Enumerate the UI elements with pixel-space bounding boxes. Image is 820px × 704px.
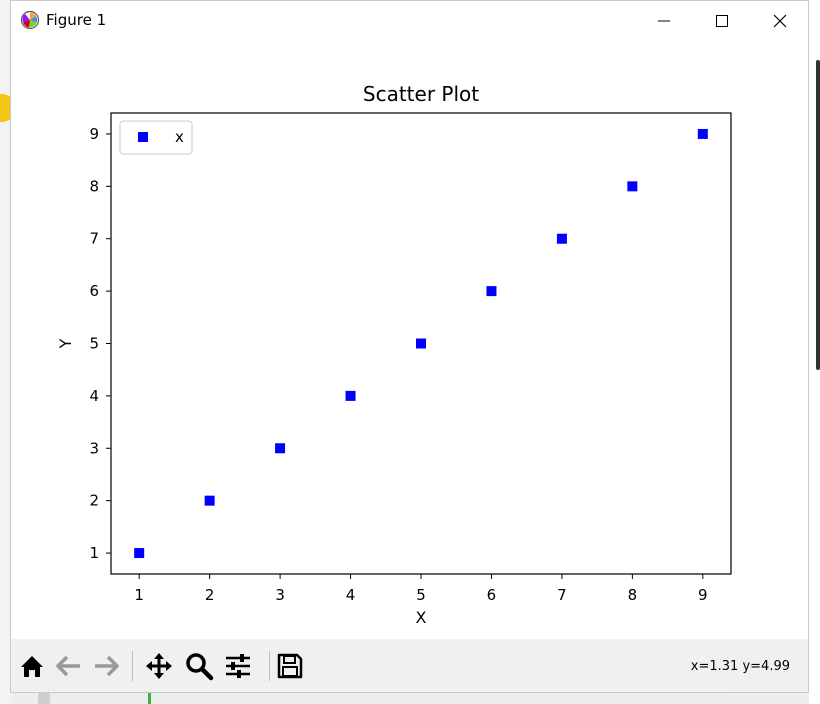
window-title: Figure 1 xyxy=(46,11,107,29)
data-point xyxy=(416,338,426,349)
y-tick-label: 5 xyxy=(89,335,99,353)
data-point xyxy=(486,286,497,297)
legend-marker xyxy=(138,132,148,142)
maximize-icon xyxy=(716,15,728,27)
x-tick-label: 8 xyxy=(628,586,638,604)
plot-canvas[interactable]: Scatter Plot 1 2 3 4 5 6 7 8 9 1 2 3 4 5 6 7 8 9 X Yx xyxy=(11,41,808,639)
data-point xyxy=(134,548,145,559)
navigation-toolbar: x=1.31 y=4.99 xyxy=(11,639,808,692)
minimize-icon xyxy=(658,20,670,22)
title-bar[interactable]: Figure 1 xyxy=(11,1,808,41)
zoom-icon xyxy=(186,653,214,681)
toolbar-separator xyxy=(132,651,133,681)
save-icon xyxy=(277,653,303,679)
home-icon xyxy=(21,656,43,677)
data-point xyxy=(345,390,356,401)
x-tick-label: 9 xyxy=(698,586,708,604)
x-tick-label: 2 xyxy=(205,586,215,604)
y-tick-label: 1 xyxy=(89,544,99,562)
data-point xyxy=(275,443,286,454)
y-tick-label: 8 xyxy=(89,177,99,195)
data-point xyxy=(556,233,567,244)
forward-button[interactable] xyxy=(88,648,124,684)
x-axis-label: X xyxy=(416,608,427,627)
x-tick-label: 5 xyxy=(416,586,426,604)
pan-button[interactable] xyxy=(141,648,177,684)
back-button[interactable] xyxy=(51,648,87,684)
y-tick-label: 7 xyxy=(89,230,99,248)
y-tick-label: 2 xyxy=(89,492,99,510)
close-icon xyxy=(773,14,787,28)
y-tick-label: 4 xyxy=(89,387,99,405)
pan-icon xyxy=(146,653,172,679)
close-button[interactable] xyxy=(751,1,809,41)
chart-title: Scatter Plot xyxy=(363,82,479,106)
data-point xyxy=(204,495,215,506)
save-button[interactable] xyxy=(272,648,308,684)
x-tick-label: 1 xyxy=(134,586,144,604)
cursor-coordinates: x=1.31 y=4.99 xyxy=(690,659,790,674)
y-tick-label: 6 xyxy=(89,282,99,300)
x-tick-label: 7 xyxy=(557,586,567,604)
matplotlib-icon xyxy=(20,10,40,30)
background-scrollbar xyxy=(816,60,820,370)
forward-icon xyxy=(95,655,119,677)
toolbar-separator xyxy=(269,651,270,681)
x-tick-label: 6 xyxy=(487,586,497,604)
legend-label: x xyxy=(175,128,184,146)
y-tick-label: 3 xyxy=(89,439,99,457)
data-point xyxy=(697,128,708,139)
back-icon xyxy=(56,655,80,677)
home-button[interactable] xyxy=(14,648,50,684)
maximize-button[interactable] xyxy=(693,1,751,41)
x-tick-label: 3 xyxy=(275,586,285,604)
configure-icon xyxy=(226,654,250,678)
y-tick-label: 9 xyxy=(89,125,99,143)
y-axis-label: Y xyxy=(56,338,75,349)
data-point xyxy=(627,181,638,192)
zoom-button[interactable] xyxy=(181,648,217,684)
figure-window: Figure 1 Scatter Plot 1 2 3 4 5 6 7 8 9 1 2 3 4 5 6 7 8 9 X… xyxy=(10,0,809,693)
x-tick-label: 4 xyxy=(346,586,356,604)
minimize-button[interactable] xyxy=(635,1,693,41)
configure-subplots-button[interactable] xyxy=(220,648,256,684)
scatter-chart: Scatter Plot 1 2 3 4 5 6 7 8 9 1 2 3 4 5 6 7 8 9 X Yx xyxy=(56,82,732,627)
